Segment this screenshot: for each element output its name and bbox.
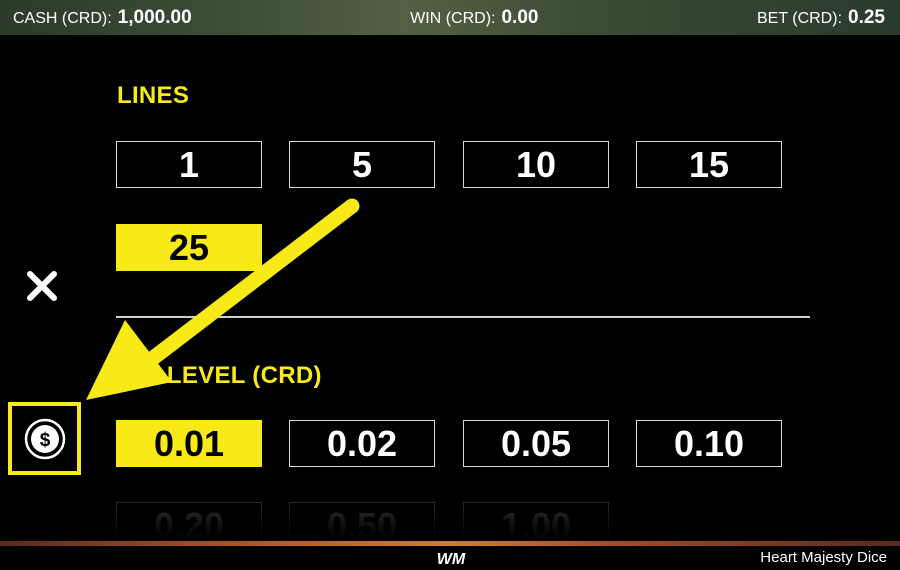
close-icon	[27, 271, 57, 301]
coin-option-0-10[interactable]: 0.10	[636, 420, 782, 467]
lines-option-1[interactable]: 1	[116, 141, 262, 188]
win-value: 0.00	[501, 6, 539, 28]
lines-option-5[interactable]: 5	[289, 141, 435, 188]
win-stat: WIN (CRD): 0.00	[410, 7, 538, 29]
coin-option-0-02[interactable]: 0.02	[289, 420, 435, 467]
bet-label: BET (CRD):	[756, 9, 843, 27]
status-bar: CASH (CRD): 1,000.00 WIN (CRD): 0.00 BET…	[0, 0, 900, 35]
bet-stat: BET (CRD): 0.25	[757, 7, 885, 29]
svg-text:$: $	[39, 430, 50, 451]
svg-text:WM: WM	[437, 551, 466, 566]
coin-button[interactable]: $	[8, 402, 81, 475]
bet-value: 0.25	[848, 6, 885, 28]
coin-option-0-05[interactable]: 0.05	[463, 420, 609, 467]
win-label: WIN (CRD):	[410, 9, 496, 27]
section-divider	[116, 316, 810, 318]
lines-option-25[interactable]: 25	[116, 224, 262, 271]
cash-value: 1,000.00	[117, 6, 192, 28]
lines-title: LINES	[117, 82, 190, 109]
lines-option-15[interactable]: 15	[636, 141, 782, 188]
brand-logo-icon: WM	[437, 551, 466, 566]
cash-label: CASH (CRD):	[13, 9, 112, 27]
close-button[interactable]	[22, 266, 62, 306]
cash-stat: CASH (CRD): 1,000.00	[13, 7, 192, 29]
lines-option-10[interactable]: 10	[463, 141, 609, 188]
coin-option-0-01[interactable]: 0.01	[116, 420, 262, 467]
coin-level-title: T LEVEL (CRD)	[145, 362, 322, 389]
dollar-coin-icon: $	[24, 418, 65, 459]
game-name: Heart Majesty Dice	[760, 549, 887, 566]
